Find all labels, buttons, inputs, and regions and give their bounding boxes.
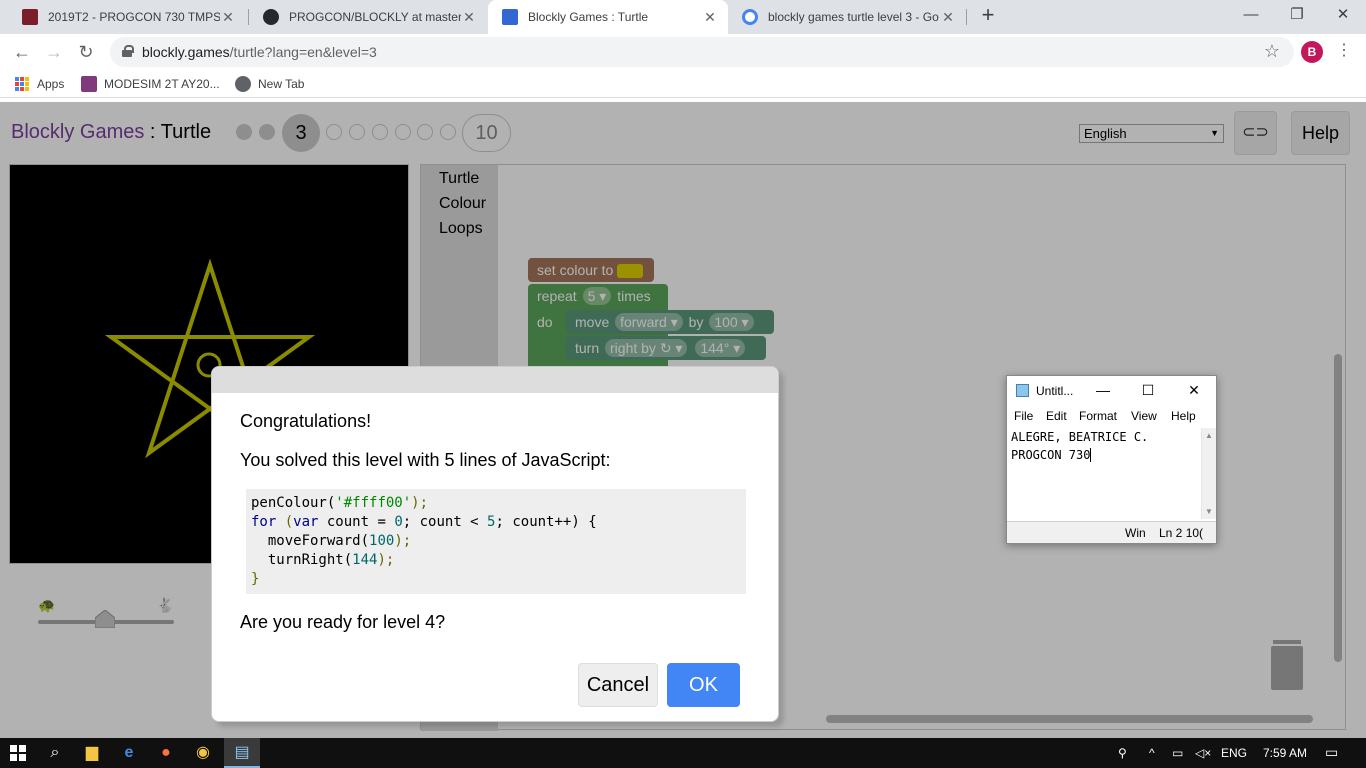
encoding-status: Win [1125,526,1146,540]
tab-github[interactable]: PROGCON/BLOCKLY at master · a ✕ [249,0,487,34]
menu-file[interactable]: File [1014,409,1033,423]
close-icon[interactable]: ✕ [940,9,956,26]
minimize-button[interactable]: — [1228,0,1274,30]
onenote-icon [81,76,97,92]
minimize-button[interactable]: — [1093,380,1113,400]
bookmark-apps[interactable]: Apps [14,76,64,92]
menu-edit[interactable]: Edit [1046,409,1067,423]
tab-progcon-course[interactable]: 2019T2 - PROGCON 730 TMPSY | ✕ [8,0,246,34]
forward-button[interactable]: → [42,40,66,64]
bookmark-label: New Tab [258,77,305,91]
congratulations-dialog: Congratulations! You solved this level w… [211,366,779,722]
chevron-down-icon[interactable]: ▼ [1205,507,1213,516]
url-text: blockly.games/turtle?lang=en&level=3 [142,44,377,60]
tab-separator [966,9,967,25]
code-block: penColour('#ffff00'); for (var count = 0;… [246,489,746,594]
chevron-up-icon[interactable]: ▲ [1205,431,1213,440]
text-line: PROGCON 730 [1011,448,1092,462]
tab-strip: 2019T2 - PROGCON 730 TMPSY | ✕ PROGCON/B… [0,0,1366,34]
google-icon [742,9,758,25]
dialog-message: You solved this level with 5 lines of Ja… [240,450,611,470]
file-explorer-icon[interactable]: ▆ [80,741,104,765]
clock[interactable]: 7:59 AM [1263,746,1307,760]
cancel-button[interactable]: Cancel [578,663,658,707]
tab-title: 2019T2 - PROGCON 730 TMPSY | [48,10,220,24]
restore-button[interactable]: ❐ [1274,0,1320,30]
volume-muted-icon[interactable]: ◁× [1195,746,1211,760]
github-icon [263,9,279,25]
lock-icon [122,45,134,57]
dialog-question: Are you ready for level 4? [240,612,446,632]
tab-title: Blockly Games : Turtle [528,10,649,24]
people-icon[interactable]: ⚲ [1118,746,1127,760]
notepad-taskbar-button[interactable]: ▤ [224,738,260,768]
bookmark-label: Apps [37,77,65,91]
bookmark-modesim[interactable]: MODESIM 2T AY20... [81,76,220,92]
school-favicon-icon [22,9,38,25]
reload-button[interactable]: ↻ [74,40,98,64]
text-line: ALEGRE, BEATRICE C. [1011,430,1149,444]
menu-view[interactable]: View [1131,409,1157,423]
notifications-icon[interactable]: ▭ [1325,744,1338,761]
dialog-heading: Congratulations! [240,411,372,431]
blockly-favicon-icon [502,9,518,25]
bookmark-label: MODESIM 2T AY20... [104,77,220,91]
menu-format[interactable]: Format [1079,409,1117,423]
address-bar[interactable]: blockly.games/turtle?lang=en&level=3 ☆ [110,37,1294,67]
notepad-icon: ▤ [234,744,250,761]
notepad-menubar: File Edit Format View Help [1007,406,1216,426]
close-icon[interactable]: ✕ [220,9,236,26]
input-language[interactable]: ENG [1221,746,1247,760]
tab-google-search[interactable]: blockly games turtle level 3 - Go ✕ [728,0,966,34]
bookmark-new-tab[interactable]: New Tab [235,76,304,92]
tab-blockly-turtle[interactable]: Blockly Games : Turtle ✕ [488,0,728,34]
notepad-titlebar[interactable]: Untitl... — ☐ ✕ [1007,376,1216,404]
edge-icon[interactable]: e [117,741,141,765]
notepad-text-area[interactable]: ALEGRE, BEATRICE C. PROGCON 730 [1011,428,1201,464]
profile-avatar[interactable]: B [1301,41,1323,63]
maximize-button[interactable]: ☐ [1138,380,1158,400]
chrome-icon[interactable]: ◉ [191,741,215,765]
close-button[interactable]: ✕ [1184,380,1204,400]
menu-help[interactable]: Help [1171,409,1196,423]
windows-taskbar: ⌕ ▆ e ● ◉ ▤ ⚲ ^ ▭ ◁× ENG 7:59 AM ▭ [0,738,1366,768]
menu-kebab-icon[interactable]: ⋮ [1336,40,1352,60]
ok-button[interactable]: OK [667,663,740,707]
address-toolbar: ← → ↻ blockly.games/turtle?lang=en&level… [0,34,1366,70]
notepad-scrollbar[interactable]: ▲ ▼ [1201,428,1216,519]
notepad-window[interactable]: Untitl... — ☐ ✕ File Edit Format View He… [1006,375,1217,544]
dialog-header[interactable] [212,367,778,393]
globe-icon [235,76,251,92]
back-button[interactable]: ← [10,40,34,64]
network-icon[interactable]: ▭ [1172,746,1183,760]
firefox-icon[interactable]: ● [154,741,178,765]
close-icon[interactable]: ✕ [461,9,477,26]
cursor-position: Ln 2 10( [1159,526,1204,540]
close-icon[interactable]: ✕ [702,9,718,26]
search-icon[interactable]: ⌕ [43,741,67,765]
apps-grid-icon [14,76,30,92]
bookmarks-bar: Apps MODESIM 2T AY20... New Tab [0,70,1366,98]
tab-title: blockly games turtle level 3 - Go [768,10,939,24]
close-window-button[interactable]: ✕ [1320,0,1366,30]
windows-start-icon[interactable] [6,741,30,765]
notepad-icon [1016,384,1029,397]
bookmark-star-icon[interactable]: ☆ [1264,41,1280,62]
tab-title: PROGCON/BLOCKLY at master · a [289,10,461,24]
notepad-statusbar: Win Ln 2 10( [1007,521,1216,543]
new-tab-button[interactable]: + [976,4,1000,28]
chevron-up-icon[interactable]: ^ [1149,746,1155,760]
notepad-title: Untitl... [1036,384,1074,398]
